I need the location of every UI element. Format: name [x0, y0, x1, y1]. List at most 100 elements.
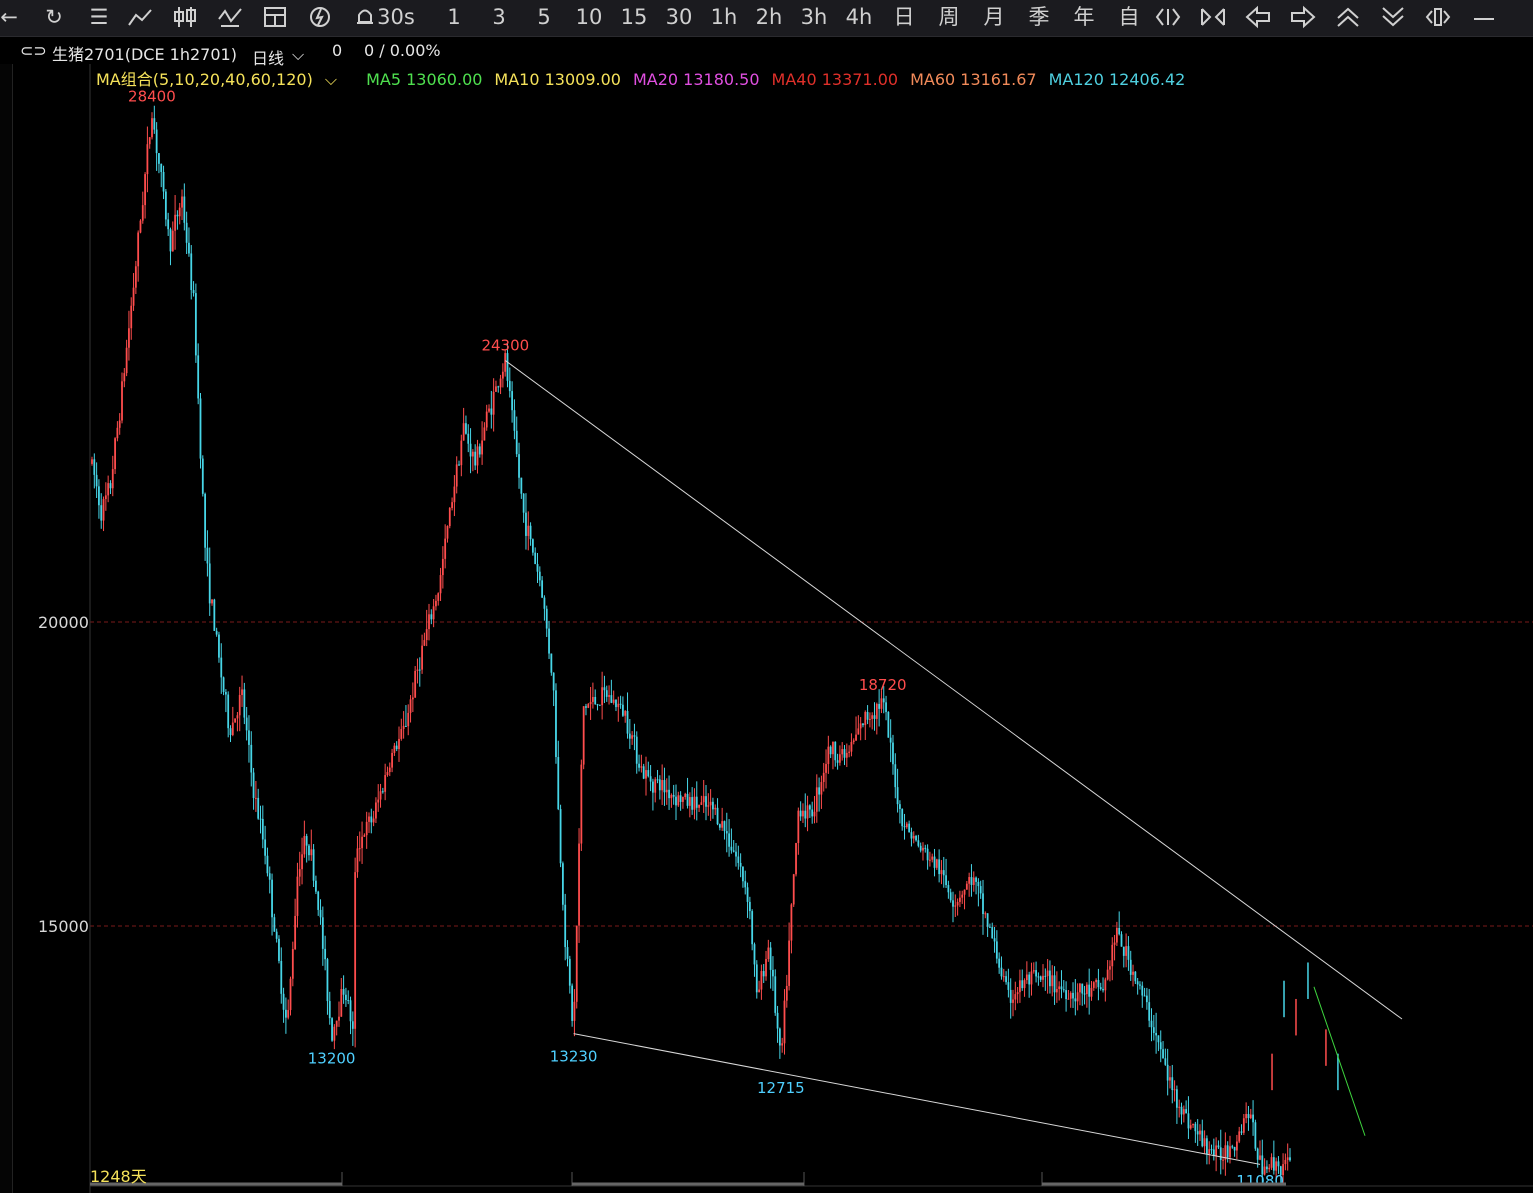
- candle-body: [481, 440, 484, 455]
- candle-body: [326, 959, 329, 1002]
- arrow-left-icon[interactable]: [1244, 3, 1274, 31]
- period-tab-12[interactable]: 周: [929, 3, 969, 31]
- grid-chart-icon[interactable]: [262, 3, 296, 31]
- period-tab-5[interactable]: 15: [614, 3, 654, 31]
- candle-body: [933, 856, 936, 868]
- candle-body: [478, 446, 481, 455]
- candle-body: [707, 805, 710, 807]
- line-chart-icon[interactable]: [127, 3, 161, 31]
- candle-body: [998, 958, 1001, 968]
- candle-body: [315, 880, 317, 892]
- period-tab-2[interactable]: 3: [479, 3, 519, 31]
- contract-name[interactable]: 生猪2701(DCE 1h2701): [52, 41, 237, 65]
- candle-body: [388, 767, 391, 773]
- candle-body: [296, 876, 299, 916]
- candle-body: [511, 391, 514, 411]
- candle-body: [1115, 927, 1118, 943]
- back-icon[interactable]: ←: [0, 3, 26, 31]
- candle-body: [102, 499, 105, 521]
- candle-body: [808, 805, 811, 810]
- candle-body: [582, 706, 585, 765]
- candle-body: [501, 371, 504, 379]
- candle-body: [381, 791, 384, 793]
- period-tab-6[interactable]: 30: [659, 3, 699, 31]
- candle-body: [160, 163, 163, 172]
- candle-body: [238, 694, 241, 716]
- period-tab-4[interactable]: 10: [569, 3, 609, 31]
- arrow-right-icon[interactable]: [1289, 3, 1319, 31]
- period-tab-13[interactable]: 月: [974, 3, 1014, 31]
- candle-body: [522, 493, 525, 513]
- candle-body: [1159, 1042, 1162, 1050]
- candle-body: [1039, 976, 1042, 980]
- candle-body: [695, 796, 698, 808]
- candle-body: [1238, 1131, 1241, 1142]
- candle-body: [224, 691, 227, 695]
- candle-body: [693, 796, 696, 810]
- candle-body: [162, 171, 165, 192]
- minimize-icon[interactable]: [1470, 3, 1500, 31]
- candle-body: [894, 764, 897, 788]
- ma-combo-select[interactable]: MA组合(5,10,20,40,60,120) ⌵: [96, 70, 349, 89]
- lightning-icon[interactable]: [307, 3, 341, 31]
- candle-body: [802, 810, 804, 817]
- arrow-up-icon[interactable]: [1334, 3, 1364, 31]
- period-tab-15[interactable]: 年: [1064, 3, 1104, 31]
- candle-body: [1032, 970, 1035, 972]
- period-tab-0[interactable]: 30s: [376, 3, 416, 31]
- projection-line[interactable]: [1313, 986, 1366, 1136]
- zoom-out-icon[interactable]: [1199, 3, 1229, 31]
- candle-body: [194, 293, 197, 356]
- candle-icon[interactable]: [172, 3, 206, 31]
- lower-trend-line[interactable]: [573, 1033, 1261, 1165]
- price-chart[interactable]: 20000 15000 28400 24300 18720 13200 13230 12715…: [0, 64, 1533, 1193]
- ma-combo-label: MA组合(5,10,20,40,60,120): [96, 70, 313, 89]
- period-tab-9[interactable]: 3h: [794, 3, 834, 31]
- candle-body: [1143, 995, 1146, 997]
- candle-body: [1226, 1145, 1229, 1158]
- fit-icon[interactable]: [1424, 3, 1454, 31]
- candle-body: [453, 486, 456, 503]
- period-tab-3[interactable]: 5: [524, 3, 564, 31]
- zoom-in-icon[interactable]: [1154, 3, 1184, 31]
- candle-body: [748, 901, 751, 912]
- list-icon[interactable]: ☰: [82, 3, 116, 31]
- candle-body: [1021, 980, 1024, 989]
- candle-body: [324, 948, 327, 960]
- period-tab-1[interactable]: 1: [434, 3, 474, 31]
- period-select[interactable]: 日线 ⌵: [252, 41, 304, 68]
- candle-body: [1049, 970, 1051, 987]
- candle-body: [705, 796, 707, 807]
- high-label-0: 28400: [128, 87, 176, 105]
- period-tab-11[interactable]: 日: [884, 3, 924, 31]
- period-tab-16[interactable]: 自: [1109, 3, 1149, 31]
- refresh-icon[interactable]: ↻: [37, 3, 71, 31]
- period-tab-7[interactable]: 1h: [704, 3, 744, 31]
- candle-body: [303, 836, 306, 855]
- candle-body: [1023, 980, 1026, 989]
- candle-body: [199, 398, 202, 459]
- period-tab-8[interactable]: 2h: [749, 3, 789, 31]
- candle-body: [772, 969, 774, 977]
- candle-body: [838, 754, 841, 763]
- upper-trend-line[interactable]: [505, 360, 1403, 1020]
- candle-body: [975, 877, 977, 882]
- candle-body: [968, 877, 971, 884]
- candle-body: [972, 877, 975, 885]
- ma-value-4: MA60 13161.67: [910, 70, 1037, 89]
- candle-body: [1231, 1146, 1234, 1148]
- candle-body: [841, 749, 844, 755]
- low-label-2: 12715: [757, 1079, 805, 1097]
- candle-body: [176, 214, 179, 217]
- candle-body: [243, 689, 246, 718]
- candle-body: [485, 411, 488, 428]
- link-icon[interactable]: ⊂⊃: [20, 41, 47, 60]
- split-icon[interactable]: [217, 3, 251, 31]
- period-tab-14[interactable]: 季: [1019, 3, 1059, 31]
- candle-body: [169, 229, 172, 252]
- candle-body: [312, 849, 315, 881]
- arrow-down-icon[interactable]: [1379, 3, 1409, 31]
- candle-body: [342, 989, 345, 995]
- candle-body: [882, 698, 885, 703]
- period-tab-10[interactable]: 4h: [839, 3, 879, 31]
